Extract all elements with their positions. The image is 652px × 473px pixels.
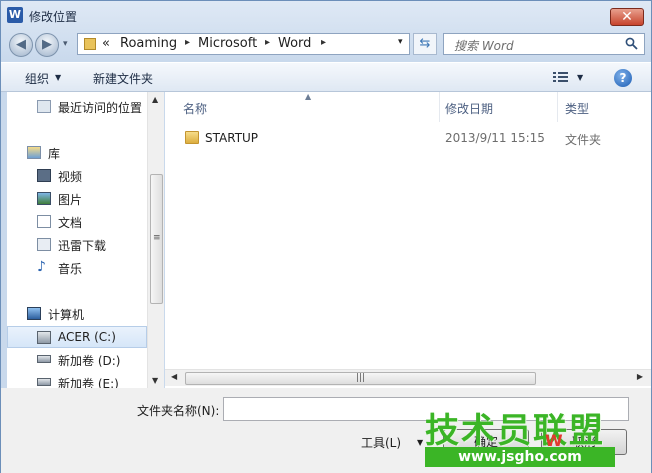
column-divider[interactable] bbox=[557, 92, 558, 122]
sidebar-item-label: 迅雷下载 bbox=[58, 239, 107, 253]
breadcrumb-separator[interactable]: ▸ bbox=[321, 37, 326, 48]
refresh-button[interactable]: ⇆ bbox=[413, 33, 437, 55]
sidebar-item-label: ACER (C:) bbox=[58, 330, 116, 344]
sidebar-item-computer[interactable]: 计算机 bbox=[7, 303, 147, 325]
word-app-icon: W bbox=[7, 7, 23, 23]
search-placeholder: 搜索 Word bbox=[454, 39, 514, 53]
sidebar-item-label: 视频 bbox=[58, 170, 83, 184]
documents-icon bbox=[37, 215, 51, 228]
help-icon[interactable]: ? bbox=[614, 69, 632, 87]
dialog-title: 修改位置 bbox=[29, 10, 78, 24]
sidebar-item-videos[interactable]: 视频 bbox=[7, 165, 147, 187]
scroll-thumb[interactable]: ||| bbox=[185, 372, 536, 385]
column-header-date[interactable]: 修改日期 bbox=[445, 100, 493, 117]
sidebar-item-drive-d[interactable]: 新加卷 (D:) bbox=[7, 349, 147, 371]
sidebar-item-music[interactable]: ♪ 音乐 bbox=[7, 257, 147, 279]
scroll-thumb[interactable]: ≡ bbox=[150, 174, 163, 304]
title-bar: W 修改位置 ✕ bbox=[1, 1, 651, 31]
watermark-title: 技术员联盟 bbox=[425, 411, 605, 451]
sidebar-item-label: 最近访问的位置 bbox=[58, 101, 143, 115]
thunder-download-icon bbox=[37, 238, 51, 251]
drive-c-icon bbox=[37, 331, 51, 344]
breadcrumb-roaming[interactable]: Roaming bbox=[120, 36, 177, 51]
address-bar[interactable]: « Roaming ▸ Microsoft ▸ Word ▸ bbox=[77, 33, 410, 55]
sidebar-item-label: 新加卷 (D:) bbox=[58, 354, 121, 368]
libraries-icon bbox=[27, 146, 41, 159]
command-bar: 组织 ▼ 新建文件夹 ▼ ? bbox=[1, 62, 651, 92]
computer-icon bbox=[27, 307, 41, 320]
scroll-up-icon[interactable]: ▲ bbox=[152, 95, 158, 104]
organize-button[interactable]: 组织 bbox=[25, 70, 49, 87]
tools-dropdown-icon[interactable]: ▼ bbox=[417, 438, 423, 447]
address-dropdown-icon[interactable]: ▾ bbox=[398, 37, 403, 47]
drive-e-icon bbox=[37, 378, 51, 386]
file-name: STARTUP bbox=[205, 131, 259, 145]
breadcrumb-microsoft[interactable]: Microsoft bbox=[198, 36, 257, 51]
pictures-icon bbox=[37, 192, 51, 205]
grip-icon: ||| bbox=[356, 373, 366, 383]
scroll-left-icon[interactable]: ◀ bbox=[171, 372, 177, 381]
column-header-type[interactable]: 类型 bbox=[565, 100, 589, 117]
view-dropdown-icon[interactable]: ▼ bbox=[577, 73, 583, 82]
breadcrumb-word[interactable]: Word bbox=[278, 36, 311, 51]
grip-icon: ≡ bbox=[153, 233, 161, 243]
recent-locations-dropdown[interactable]: ▾ bbox=[63, 39, 68, 49]
file-row[interactable]: STARTUP 2013/9/11 15:15 文件夹 bbox=[185, 129, 645, 149]
sidebar-item-drive-e[interactable]: 新加卷 (E:) bbox=[7, 372, 147, 388]
sidebar-item-label: 库 bbox=[48, 147, 61, 161]
view-options-icon[interactable] bbox=[553, 71, 569, 86]
chevron-down-icon[interactable]: ▼ bbox=[55, 73, 61, 82]
new-folder-button[interactable]: 新建文件夹 bbox=[93, 70, 153, 87]
nav-pane-scrollbar[interactable]: ▲ ≡ ▼ bbox=[147, 92, 164, 388]
sidebar-item-pictures[interactable]: 图片 bbox=[7, 188, 147, 210]
dialog-window: W 修改位置 ✕ ◀ ▶ ▾ « Roaming ▸ Microsoft ▸ W… bbox=[0, 0, 652, 473]
tools-button[interactable]: 工具(L) bbox=[361, 434, 401, 451]
sort-ascending-icon: ▲ bbox=[305, 92, 312, 101]
breadcrumb-separator[interactable]: ▸ bbox=[185, 37, 190, 48]
file-modified-date: 2013/9/11 15:15 bbox=[445, 131, 545, 145]
sidebar-item-libraries[interactable]: 库 bbox=[7, 142, 147, 164]
sidebar-item-label: 文档 bbox=[58, 216, 83, 230]
forward-button[interactable]: ▶ bbox=[35, 33, 59, 57]
videos-icon bbox=[37, 169, 51, 182]
file-list-pane: ▲ 名称 修改日期 类型 STARTUP 2013/9/11 15:15 文件夹 bbox=[165, 92, 651, 388]
scroll-right-icon[interactable]: ▶ bbox=[637, 372, 643, 381]
breadcrumb-overflow[interactable]: « bbox=[102, 36, 110, 51]
column-header-name[interactable]: 名称 bbox=[183, 100, 207, 117]
navigation-pane: 最近访问的位置 库 视频 图片 文档 迅雷下载 ♪ 音乐 计算机 ACER (C… bbox=[7, 92, 147, 388]
watermark: 技术员联盟 W www.jsgho.com bbox=[425, 403, 641, 469]
breadcrumb-separator[interactable]: ▸ bbox=[265, 37, 270, 48]
sidebar-item-label: 音乐 bbox=[58, 262, 83, 276]
scroll-down-icon[interactable]: ▼ bbox=[152, 376, 158, 385]
folder-icon bbox=[84, 38, 96, 50]
sidebar-item-label: 图片 bbox=[58, 193, 83, 207]
file-type: 文件夹 bbox=[565, 133, 602, 147]
watermark-url: www.jsgho.com bbox=[425, 447, 615, 467]
sidebar-item-recent-places[interactable]: 最近访问的位置 bbox=[7, 96, 147, 118]
folder-name-label: 文件夹名称(N): bbox=[137, 404, 220, 418]
close-button[interactable]: ✕ bbox=[610, 8, 644, 26]
back-button[interactable]: ◀ bbox=[9, 33, 33, 57]
music-icon: ♪ bbox=[37, 259, 46, 275]
sidebar-item-thunder-download[interactable]: 迅雷下载 bbox=[7, 234, 147, 256]
folder-icon bbox=[185, 131, 199, 144]
recent-places-icon bbox=[37, 100, 51, 113]
drive-d-icon bbox=[37, 355, 51, 363]
column-divider[interactable] bbox=[439, 92, 440, 122]
sidebar-item-drive-c[interactable]: ACER (C:) bbox=[7, 326, 147, 348]
sidebar-item-documents[interactable]: 文档 bbox=[7, 211, 147, 233]
sidebar-item-label: 新加卷 (E:) bbox=[58, 377, 119, 388]
sidebar-item-label: 计算机 bbox=[48, 308, 85, 322]
search-input[interactable]: 搜索 Word bbox=[443, 33, 645, 55]
file-list-horizontal-scrollbar[interactable]: ◀ ||| ▶ bbox=[165, 369, 651, 386]
search-icon[interactable] bbox=[625, 37, 638, 53]
